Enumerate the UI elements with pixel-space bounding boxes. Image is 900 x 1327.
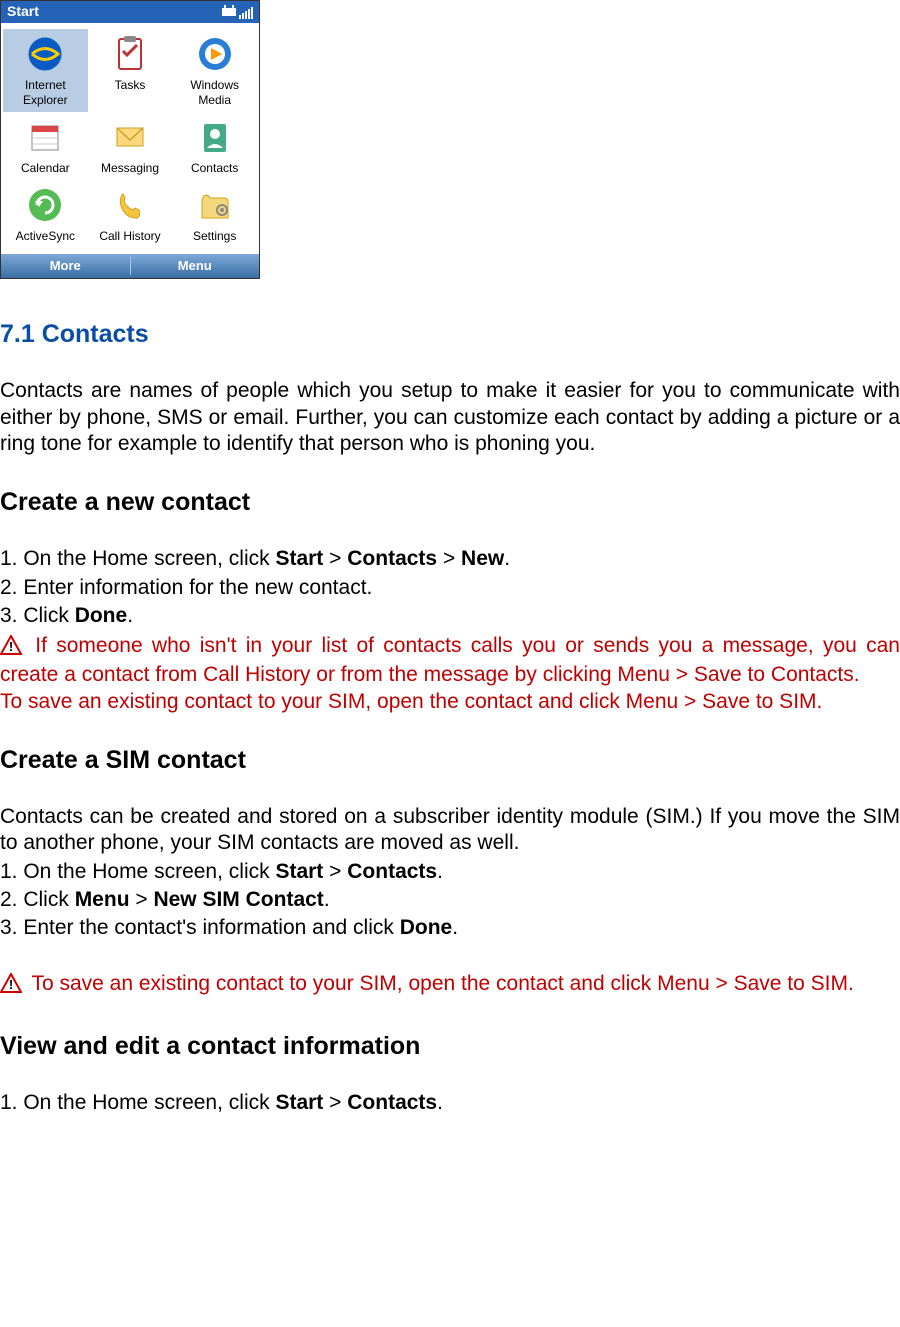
app-internet-explorer[interactable]: Internet Explorer: [3, 29, 88, 112]
topbar-title: Start: [7, 3, 39, 21]
phone-screenshot: Start Internet Explorer Tasks Windows Me…: [0, 0, 260, 279]
app-label: ActiveSync: [16, 229, 75, 244]
app-windows-media[interactable]: Windows Media: [172, 29, 257, 112]
call-history-icon: [109, 184, 151, 226]
signal-icon: [222, 5, 236, 19]
svg-text:!: !: [9, 977, 13, 992]
section-title: 7.1 Contacts: [0, 319, 900, 350]
bars-icon: [239, 5, 253, 19]
wmp-icon: [194, 33, 236, 75]
warning-icon: !: [0, 635, 22, 662]
app-call-history[interactable]: Call History: [88, 180, 173, 248]
app-label: Tasks: [115, 78, 146, 93]
activesync-icon: [24, 184, 66, 226]
app-label: Settings: [193, 229, 236, 244]
app-label: Contacts: [191, 161, 238, 176]
app-settings[interactable]: Settings: [172, 180, 257, 248]
settings-icon: [194, 184, 236, 226]
app-tasks[interactable]: Tasks: [88, 29, 173, 112]
calendar-icon: [24, 116, 66, 158]
app-messaging[interactable]: Messaging: [88, 112, 173, 180]
app-label: Call History: [99, 229, 160, 244]
svg-text:!: !: [9, 639, 13, 654]
intro-paragraph: Contacts are names of people which you s…: [0, 378, 900, 457]
subheading-view-edit: View and edit a contact information: [0, 1031, 900, 1062]
app-label: Messaging: [101, 161, 159, 176]
messaging-icon: [109, 116, 151, 158]
tasks-icon: [109, 33, 151, 75]
app-calendar[interactable]: Calendar: [3, 112, 88, 180]
warning-icon: !: [0, 973, 22, 1000]
app-label: Windows Media: [174, 78, 255, 108]
warning-note-1b: To save an existing contact to your SIM,…: [0, 689, 900, 715]
sim-step-3: 3. Enter the contact's information and c…: [0, 915, 900, 941]
softkey-right[interactable]: Menu: [131, 258, 260, 274]
warning-note-1: ! If someone who isn't in your list of c…: [0, 633, 900, 689]
ie-icon: [24, 33, 66, 75]
sim-intro: Contacts can be created and stored on a …: [0, 804, 900, 857]
step-1: 1. On the Home screen, click Start > Con…: [0, 546, 900, 572]
subheading-sim-contact: Create a SIM contact: [0, 745, 900, 776]
step-2: 2. Enter information for the new contact…: [0, 575, 900, 601]
sim-step-1: 1. On the Home screen, click Start > Con…: [0, 859, 900, 885]
app-grid: Internet Explorer Tasks Windows Media Ca…: [1, 23, 259, 254]
app-label: Calendar: [21, 161, 70, 176]
warning-note-2: ! To save an existing contact to your SI…: [0, 971, 900, 1000]
subheading-create-contact: Create a new contact: [0, 487, 900, 518]
phone-softkeys: More Menu: [1, 254, 259, 278]
status-icons: [222, 5, 253, 19]
sim-step-2: 2. Click Menu > New SIM Contact.: [0, 887, 900, 913]
softkey-left[interactable]: More: [1, 258, 130, 274]
phone-topbar: Start: [1, 1, 259, 23]
contacts-icon: [194, 116, 236, 158]
app-contacts[interactable]: Contacts: [172, 112, 257, 180]
view-step-1: 1. On the Home screen, click Start > Con…: [0, 1090, 900, 1116]
app-label: Internet Explorer: [5, 78, 86, 108]
step-3: 3. Click Done.: [0, 603, 900, 629]
app-activesync[interactable]: ActiveSync: [3, 180, 88, 248]
